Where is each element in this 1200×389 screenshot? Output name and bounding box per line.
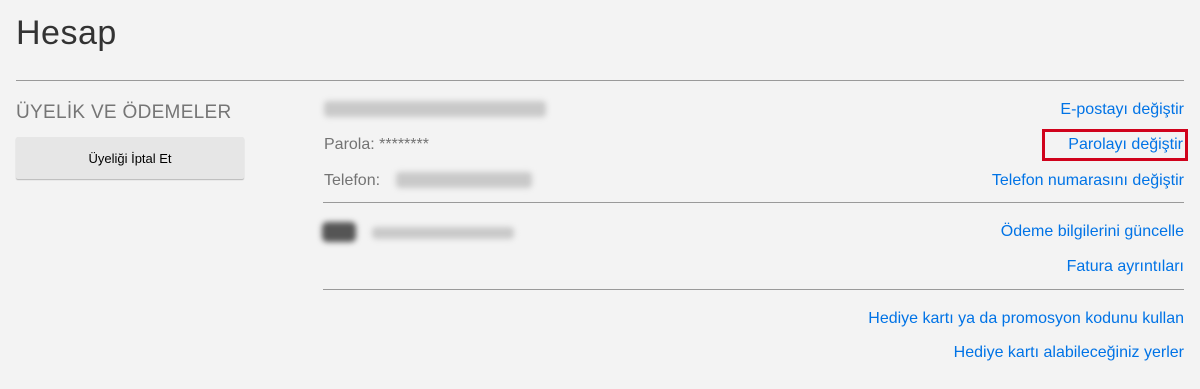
change-email-link[interactable]: E-postayı değiştir: [1060, 101, 1184, 119]
gift-card-stores-link[interactable]: Hediye kartı alabileceğiniz yerler: [954, 344, 1184, 362]
update-payment-link[interactable]: Ödeme bilgilerini güncelle: [1001, 223, 1184, 241]
payment-divider: [323, 289, 1184, 290]
redacted-email: [324, 101, 546, 117]
password-label: Parola: ********: [324, 136, 429, 153]
membership-section-title: ÜYELİK VE ÖDEMELER: [16, 102, 232, 123]
phone-label: Telefon:: [324, 172, 381, 189]
change-phone-link[interactable]: Telefon numarasını değiştir: [992, 172, 1184, 190]
redacted-phone: [396, 172, 532, 188]
redacted-card-number: [372, 227, 514, 239]
billing-details-link[interactable]: Fatura ayrıntıları: [1067, 258, 1184, 276]
change-password-link[interactable]: Parolayı değiştir: [1068, 136, 1183, 154]
account-divider: [323, 202, 1184, 203]
cancel-membership-button[interactable]: Üyeliği İptal Et: [16, 137, 244, 179]
redeem-gift-card-link[interactable]: Hediye kartı ya da promosyon kodunu kull…: [868, 310, 1184, 328]
card-brand-icon: [322, 222, 356, 242]
title-divider: [16, 80, 1184, 81]
page-title: Hesap: [16, 14, 117, 52]
